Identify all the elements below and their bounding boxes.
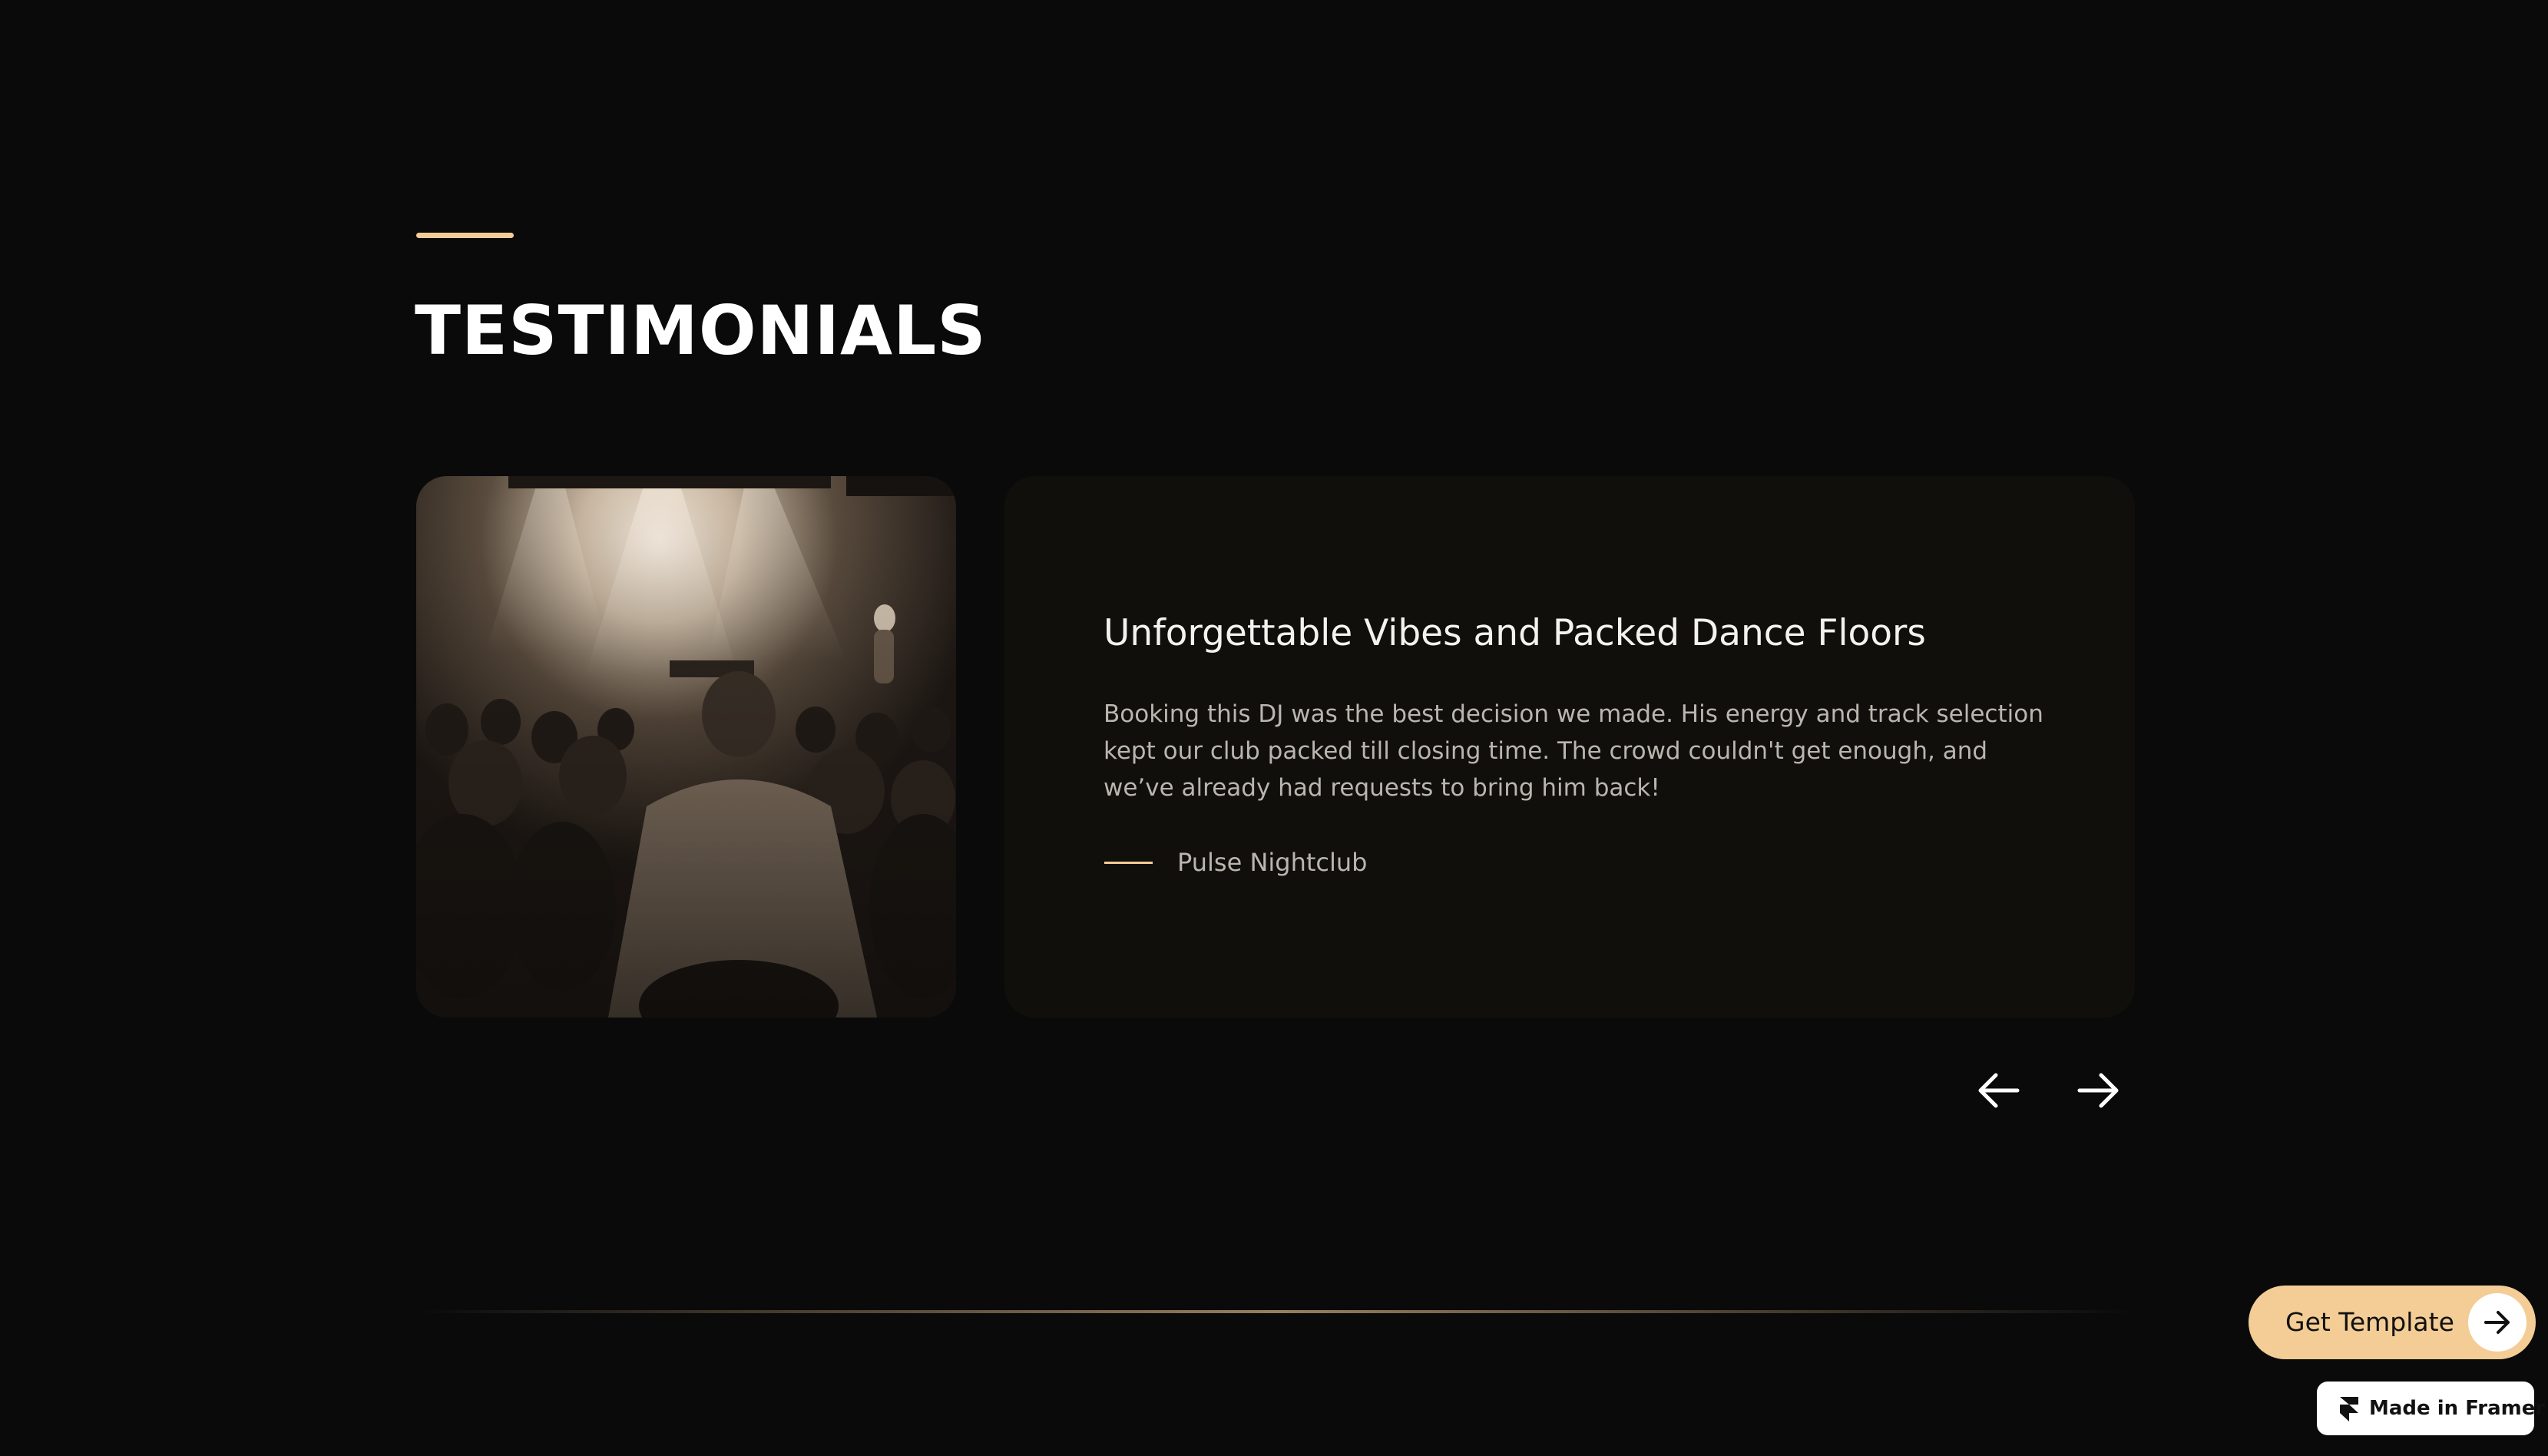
next-testimonial-button[interactable]: [2075, 1067, 2123, 1114]
testimonial-card: Unforgettable Vibes and Packed Dance Flo…: [1004, 476, 2135, 1018]
arrow-right-icon: [2484, 1311, 2510, 1334]
testimonial-quote: Booking this DJ was the best decision we…: [1104, 700, 2043, 802]
section-accent-rule: [416, 233, 514, 238]
get-template-button[interactable]: Get Template: [2249, 1286, 2536, 1359]
section-divider: [416, 1310, 2135, 1313]
arrow-left-icon: [1978, 1073, 2020, 1108]
author-dash: [1104, 862, 1153, 864]
testimonial-author: Pulse Nightclub: [1177, 848, 1368, 877]
made-in-framer-label: Made in Framer: [2369, 1397, 2546, 1420]
arrow-right-icon: [2077, 1073, 2119, 1108]
framer-logo-icon: [2340, 1397, 2358, 1421]
section-title: TESTIMONIALS: [415, 291, 987, 370]
testimonial-title: Unforgettable Vibes and Packed Dance Flo…: [1104, 612, 1926, 654]
previous-testimonial-button[interactable]: [1974, 1067, 2022, 1114]
concert-crowd-image: [416, 476, 956, 1018]
made-in-framer-badge[interactable]: Made in Framer: [2317, 1382, 2545, 1435]
testimonial-photo: [416, 476, 956, 1018]
get-template-label: Get Template: [2285, 1307, 2454, 1337]
get-template-arrow-badge: [2468, 1293, 2526, 1352]
